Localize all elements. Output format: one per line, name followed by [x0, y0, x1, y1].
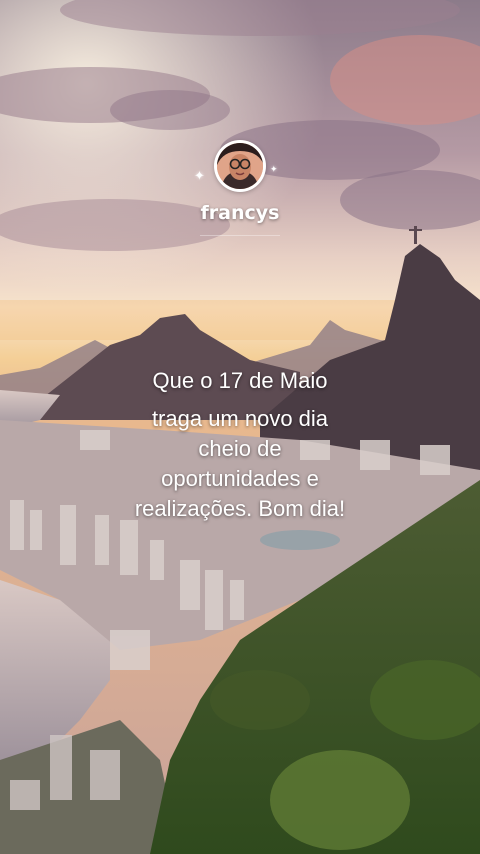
- greeting-message: Que o 17 de Maio traga um novo dia cheio…: [0, 366, 480, 524]
- message-line: realizações. Bom dia!: [134, 496, 346, 521]
- profile-photo-icon: [217, 143, 263, 189]
- sparkle-icon: ✦: [270, 165, 278, 175]
- message-line: traga um novo dia: [151, 406, 329, 431]
- message-line: oportunidades e: [161, 466, 319, 491]
- message-line: cheio de: [198, 436, 282, 461]
- avatar[interactable]: [214, 140, 266, 192]
- sparkle-icon: ✦: [194, 169, 205, 184]
- message-line: Que o 17 de Maio: [152, 368, 328, 393]
- username[interactable]: francys: [0, 202, 480, 224]
- divider: [200, 235, 280, 236]
